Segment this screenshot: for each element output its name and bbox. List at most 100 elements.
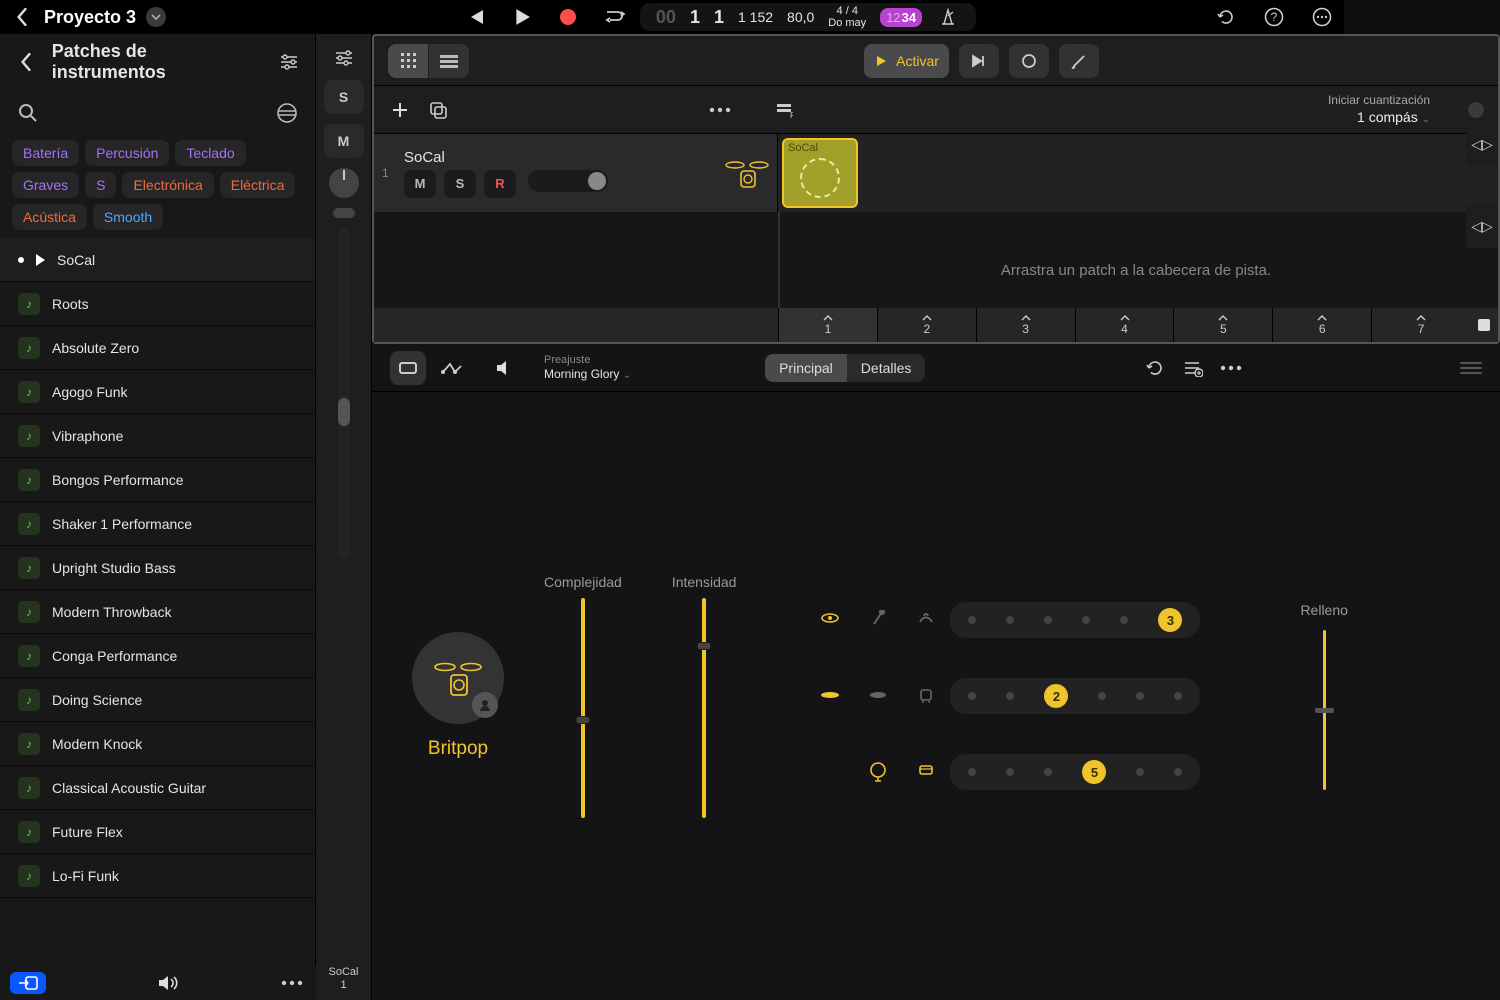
beat-step[interactable] [1136, 768, 1144, 776]
beat-step[interactable] [1044, 616, 1052, 624]
ruler-cell[interactable]: 3 [976, 308, 1075, 342]
edit-button[interactable] [1059, 44, 1099, 78]
h-zoom-handle2-icon[interactable]: ◁▷ [1466, 204, 1498, 248]
filter-chip[interactable]: Eléctrica [220, 172, 296, 198]
track-solo-button[interactable]: S [444, 170, 476, 198]
list-view-button[interactable] [429, 44, 469, 78]
kit-piece-icon[interactable] [868, 610, 888, 630]
patch-item[interactable]: ♪Agogo Funk [0, 370, 315, 414]
ruler-cell[interactable]: 5 [1173, 308, 1272, 342]
activate-button[interactable]: Activar [864, 44, 949, 78]
fill-slider[interactable]: Relleno [1300, 602, 1347, 790]
ruler-cell[interactable]: 6 [1272, 308, 1371, 342]
play-icon[interactable] [510, 5, 534, 29]
search-icon[interactable] [16, 101, 40, 125]
patch-item[interactable]: ♪Absolute Zero [0, 326, 315, 370]
beat-step[interactable] [968, 768, 976, 776]
filter-chip[interactable]: Teclado [175, 140, 245, 166]
beat-step[interactable]: 5 [1082, 760, 1106, 784]
settings-plus-icon[interactable] [1181, 356, 1205, 380]
add-track-icon[interactable] [388, 98, 412, 122]
kit-piece-icon[interactable] [916, 610, 936, 630]
play-from-button[interactable] [959, 44, 999, 78]
library-back-icon[interactable] [14, 50, 38, 74]
cycle-icon[interactable] [602, 5, 626, 29]
patch-item[interactable]: ♪Classical Acoustic Guitar [0, 766, 315, 810]
beat-step[interactable] [1006, 768, 1014, 776]
intensity-slider[interactable]: Intensidad [672, 574, 737, 818]
complexity-slider[interactable]: Complejidad [544, 574, 622, 818]
beat-step[interactable] [1174, 692, 1182, 700]
beat-step[interactable] [1082, 616, 1090, 624]
back-icon[interactable] [10, 5, 34, 29]
tab-principal[interactable]: Principal [765, 354, 847, 382]
filter-chip[interactable]: Electrónica [122, 172, 213, 198]
beat-selector[interactable]: 2 [950, 678, 1200, 714]
track-record-button[interactable]: R [484, 170, 516, 198]
beat-step[interactable] [1098, 692, 1106, 700]
filter-chip[interactable]: Batería [12, 140, 79, 166]
speaker-icon[interactable] [492, 356, 516, 380]
beat-step[interactable] [1044, 768, 1052, 776]
lcd-display[interactable]: 00 1 1 1 152 80,0 4 / 4Do may 1234 [640, 3, 976, 31]
kit-piece-icon[interactable] [916, 686, 936, 706]
patch-item[interactable]: ♪Vibraphone [0, 414, 315, 458]
beat-selector[interactable]: 3 [950, 602, 1200, 638]
patch-item[interactable]: ♪Upright Studio Bass [0, 546, 315, 590]
beat-step[interactable] [968, 616, 976, 624]
preset-picker[interactable]: Preajuste Morning Glory ⌄ [544, 353, 631, 383]
kit-piece-icon[interactable] [820, 686, 840, 706]
undo-icon[interactable] [1214, 5, 1238, 29]
record-icon[interactable] [556, 5, 580, 29]
ruler-cell[interactable]: 1 [778, 308, 877, 342]
region-view-button[interactable] [390, 351, 426, 385]
snap-icon[interactable]: R [772, 98, 796, 122]
filter-chip[interactable]: Graves [12, 172, 79, 198]
patch-item[interactable]: ♪Modern Knock [0, 722, 315, 766]
patch-item[interactable]: ♪Bongos Performance [0, 458, 315, 502]
ruler-cell[interactable]: 2 [877, 308, 976, 342]
project-name[interactable]: Proyecto 3 [44, 7, 136, 28]
patch-item[interactable]: ♪Conga Performance [0, 634, 315, 678]
refresh-icon[interactable] [1143, 356, 1167, 380]
record-mode-button[interactable] [1009, 44, 1049, 78]
zoom-end-icon[interactable] [1470, 308, 1498, 342]
help-icon[interactable]: ? [1262, 5, 1286, 29]
ruler[interactable]: 1234567 [374, 308, 1498, 342]
go-to-start-icon[interactable] [464, 5, 488, 29]
track-more-icon[interactable] [708, 98, 732, 122]
patch-item-current[interactable]: SoCal [0, 238, 315, 282]
pan-knob[interactable] [329, 168, 359, 198]
patch-item[interactable]: ♪Doing Science [0, 678, 315, 722]
filter-chip[interactable]: S [85, 172, 116, 198]
beat-step[interactable] [1174, 768, 1182, 776]
beat-step[interactable]: 3 [1158, 608, 1182, 632]
patch-item[interactable]: ♪Shaker 1 Performance [0, 502, 315, 546]
filter-chip[interactable]: Acústica [12, 204, 87, 230]
track-mute-button[interactable]: M [404, 170, 436, 198]
mute-button[interactable]: M [324, 124, 364, 158]
grid-view-button[interactable] [388, 44, 428, 78]
filter-settings-icon[interactable] [277, 50, 301, 74]
patch-item[interactable]: ♪Roots [0, 282, 315, 326]
login-button[interactable] [10, 972, 46, 994]
volume-icon[interactable] [156, 971, 180, 995]
kit-piece-icon[interactable] [916, 762, 936, 782]
ruler-cell[interactable]: 7 [1371, 308, 1470, 342]
patch-item[interactable]: ♪Future Flex [0, 810, 315, 854]
patch-item[interactable]: ♪Lo-Fi Funk [0, 854, 315, 898]
quantize-label[interactable]: Iniciar cuantización 1 compás ⌄ [1328, 93, 1454, 127]
editor-more-icon[interactable] [1219, 356, 1243, 380]
filter-chip[interactable]: Smooth [93, 204, 163, 230]
soundpack-icon[interactable] [275, 101, 299, 125]
beat-step[interactable] [1006, 616, 1014, 624]
track-volume-slider[interactable] [528, 170, 608, 192]
beat-selector[interactable]: 5 [950, 754, 1200, 790]
kit-piece-icon[interactable] [868, 686, 888, 706]
automation-icon[interactable] [440, 356, 464, 380]
beat-step[interactable] [1136, 692, 1144, 700]
more-icon[interactable] [1310, 5, 1334, 29]
solo-button[interactable]: S [324, 80, 364, 114]
project-menu-icon[interactable] [146, 7, 166, 27]
metronome-icon[interactable] [936, 5, 960, 29]
